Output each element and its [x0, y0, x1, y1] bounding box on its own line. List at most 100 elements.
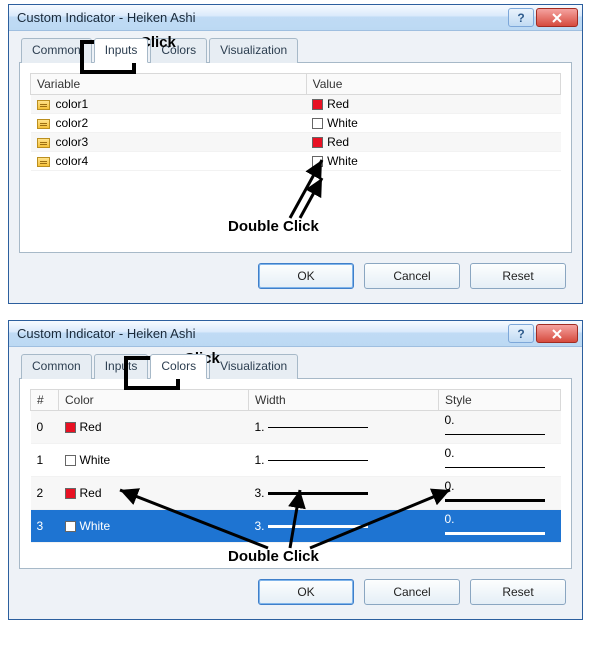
tab-colors[interactable]: Colors [150, 354, 207, 379]
tabstrip: Common Inputs Colors Visualization [19, 353, 572, 379]
button-label: OK [297, 269, 314, 283]
tab-common[interactable]: Common [21, 38, 92, 63]
tab-label: Colors [161, 43, 196, 57]
reset-button[interactable]: Reset [470, 579, 566, 605]
variable-icon [37, 138, 50, 148]
style-value: 0. [445, 512, 455, 526]
style-value: 0. [445, 479, 455, 493]
col-style: Style [445, 393, 472, 407]
row-num: 1 [37, 453, 44, 467]
inputs-pane: Variable Value color1 Red color2 White c… [19, 63, 572, 253]
table-row[interactable]: 0 Red 1. 0. [31, 411, 561, 444]
tab-inputs[interactable]: Inputs [94, 38, 149, 63]
color-label: Red [327, 97, 349, 111]
table-header: # Color Width Style [31, 390, 561, 411]
tab-label: Common [32, 43, 81, 57]
color-label: Red [80, 420, 102, 434]
ok-button[interactable]: OK [258, 263, 354, 289]
titlebar[interactable]: Custom Indicator - Heiken Ashi ? [9, 321, 582, 347]
color-swatch [65, 455, 76, 466]
color-swatch [65, 521, 76, 532]
width-preview [268, 427, 368, 428]
tab-label: Colors [161, 359, 196, 373]
table-row[interactable]: 1 White 1. 0. [31, 444, 561, 477]
style-preview [445, 499, 545, 502]
color-label: White [327, 116, 358, 130]
tab-label: Visualization [220, 43, 287, 57]
button-label: Cancel [393, 269, 430, 283]
colors-table: # Color Width Style 0 Red 1. 0. 1 White … [30, 389, 561, 543]
help-button[interactable]: ? [508, 8, 534, 27]
tab-label: Common [32, 359, 81, 373]
color-swatch [65, 422, 76, 433]
dialog-colors: Custom Indicator - Heiken Ashi ? Common … [8, 320, 583, 620]
table-row[interactable]: color2 White [31, 114, 561, 133]
width-preview [268, 525, 368, 528]
width-preview [268, 460, 368, 461]
tab-visualization[interactable]: Visualization [209, 354, 298, 379]
close-button[interactable] [536, 8, 578, 27]
width-value: 3. [255, 486, 265, 500]
row-num: 0 [37, 420, 44, 434]
button-row: OK Cancel Reset [19, 569, 572, 609]
variable-icon [37, 157, 50, 167]
variable-name: color4 [56, 154, 89, 168]
width-preview [268, 492, 368, 495]
help-button[interactable]: ? [508, 324, 534, 343]
variable-name: color1 [56, 97, 89, 111]
width-value: 1. [255, 453, 265, 467]
tab-visualization[interactable]: Visualization [209, 38, 298, 63]
help-icon: ? [517, 11, 524, 25]
titlebar[interactable]: Custom Indicator - Heiken Ashi ? [9, 5, 582, 31]
color-label: White [80, 453, 111, 467]
button-label: Reset [502, 269, 533, 283]
tab-label: Inputs [105, 359, 138, 373]
color-swatch [312, 99, 323, 110]
button-row: OK Cancel Reset [19, 253, 572, 293]
table-row[interactable]: 2 Red 3. 0. [31, 477, 561, 510]
cancel-button[interactable]: Cancel [364, 263, 460, 289]
color-swatch [65, 488, 76, 499]
tab-colors[interactable]: Colors [150, 38, 207, 63]
table-row-selected[interactable]: 3 White 3. 0. [31, 510, 561, 543]
width-value: 3. [255, 519, 265, 533]
color-swatch [312, 137, 323, 148]
style-preview [445, 467, 545, 468]
close-icon [551, 12, 563, 24]
color-swatch [312, 156, 323, 167]
tabstrip: Common Inputs Colors Visualization [19, 37, 572, 63]
variable-icon [37, 100, 50, 110]
button-label: OK [297, 585, 314, 599]
style-value: 0. [445, 446, 455, 460]
table-row[interactable]: color3 Red [31, 133, 561, 152]
close-icon [551, 328, 563, 340]
close-button[interactable] [536, 324, 578, 343]
table-row[interactable]: color4 White [31, 152, 561, 171]
color-label: Red [80, 486, 102, 500]
style-preview [445, 434, 545, 435]
col-num: # [37, 393, 44, 407]
tab-label: Inputs [105, 43, 138, 57]
colors-pane: # Color Width Style 0 Red 1. 0. 1 White … [19, 379, 572, 569]
color-label: Red [327, 135, 349, 149]
variable-icon [37, 119, 50, 129]
width-value: 1. [255, 420, 265, 434]
inputs-table: Variable Value color1 Red color2 White c… [30, 73, 561, 171]
tab-common[interactable]: Common [21, 354, 92, 379]
cancel-button[interactable]: Cancel [364, 579, 460, 605]
col-color: Color [65, 393, 94, 407]
table-row[interactable]: color1 Red [31, 95, 561, 114]
ok-button[interactable]: OK [258, 579, 354, 605]
window-title: Custom Indicator - Heiken Ashi [17, 326, 506, 341]
col-variable: Variable [37, 77, 80, 91]
button-label: Reset [502, 585, 533, 599]
reset-button[interactable]: Reset [470, 263, 566, 289]
color-swatch [312, 118, 323, 129]
style-preview [445, 532, 545, 535]
color-label: White [80, 519, 111, 533]
style-value: 0. [445, 413, 455, 427]
tab-inputs[interactable]: Inputs [94, 354, 149, 379]
table-header: Variable Value [31, 74, 561, 95]
help-icon: ? [517, 327, 524, 341]
variable-name: color3 [56, 135, 89, 149]
